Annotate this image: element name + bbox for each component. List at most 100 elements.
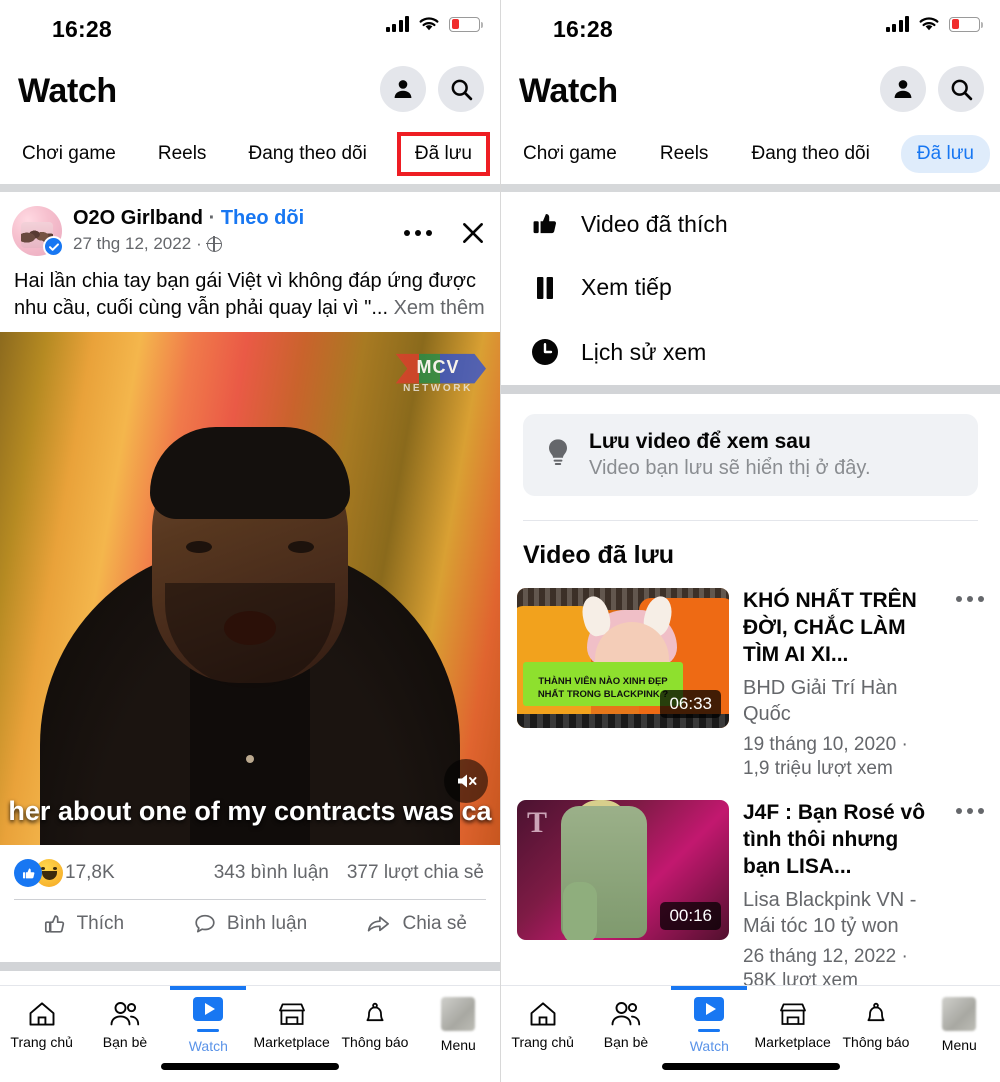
- post-header: O2O Girlband · Theo dõi 27 thg 12, 2022 …: [0, 192, 500, 257]
- like-button[interactable]: Thích: [0, 912, 167, 936]
- menu-item-video-da-thich[interactable]: Video đã thích: [501, 192, 1000, 256]
- bottom-navigation-left: Trang chủ Bạn bè Watch Marketplace Thông…: [0, 985, 500, 1082]
- post-page-name[interactable]: O2O Girlband: [73, 207, 203, 229]
- store-icon: [779, 1003, 806, 1025]
- share-button[interactable]: Chia sẻ: [333, 912, 500, 936]
- watch-underline: [197, 1028, 220, 1032]
- person-icon: [394, 80, 412, 98]
- header-divider-right: [501, 184, 1000, 192]
- close-x-icon[interactable]: [460, 220, 486, 246]
- nav-item-menu[interactable]: Menu: [417, 986, 500, 1058]
- comment-button[interactable]: Bình luận: [167, 912, 334, 936]
- nav-item-trang-chu[interactable]: Trang chủ: [501, 986, 584, 1058]
- three-dots-icon[interactable]: [404, 230, 432, 236]
- video-thumbnail[interactable]: T 00:16: [517, 800, 729, 940]
- follow-link[interactable]: Theo dõi: [221, 207, 304, 229]
- reaction-count: 17,8K: [65, 862, 115, 884]
- page-title: Watch: [18, 71, 117, 110]
- header-actions: [380, 66, 484, 112]
- tab-choi-game[interactable]: Chơi game: [10, 136, 128, 172]
- thumb-logo: T: [527, 806, 548, 839]
- video-subject-mouth: [224, 611, 276, 646]
- share-label: Chia sẻ: [402, 913, 467, 935]
- person-icon: [894, 80, 912, 98]
- profile-button[interactable]: [880, 66, 926, 112]
- thumb-caption-text: THÀNH VIÊN NÀO XINH ĐẸP NHẤT TRONG BLACK…: [537, 676, 669, 701]
- post-body: Hai lần chia tay bạn gái Việt vì không đ…: [0, 256, 500, 332]
- video-subject-head: [150, 427, 350, 689]
- video-title[interactable]: KHÓ NHẤT TRÊN ĐỜI, CHẮC LÀM TÌM AI XI...: [743, 588, 938, 669]
- avatar[interactable]: [12, 206, 64, 257]
- tab-dang-theo-doi[interactable]: Đang theo dõi: [237, 136, 379, 172]
- three-dots-icon[interactable]: [956, 808, 984, 814]
- header-actions-right: [880, 66, 984, 112]
- see-more-link[interactable]: Xem thêm: [394, 297, 485, 319]
- reaction-icons[interactable]: 17,8K: [14, 859, 115, 888]
- signal-bars-icon: [885, 16, 909, 32]
- bell-icon: [867, 1002, 885, 1022]
- bottom-nav-row: Trang chủ Bạn bè Watch Marketplace Thông…: [501, 986, 1000, 1058]
- video-duration: 00:16: [660, 902, 721, 930]
- watch-play-icon: [193, 996, 224, 1021]
- menu-label-lich-su-xem: Lịch sử xem: [581, 338, 707, 365]
- video-channel[interactable]: BHD Giải Trí Hàn Quốc: [743, 675, 938, 727]
- save-video-tip-card: Lưu video để xem sau Video bạn lưu sẽ hi…: [523, 414, 978, 496]
- menu-item-lich-su-xem[interactable]: Lịch sử xem: [501, 319, 1000, 385]
- nav-item-thong-bao[interactable]: Thông báo: [333, 986, 416, 1058]
- menu-separator-band: [501, 385, 1000, 394]
- video-thumbnail[interactable]: THÀNH VIÊN NÀO XINH ĐẸP NHẤT TRONG BLACK…: [517, 588, 729, 728]
- thumbs-up-icon: [44, 915, 64, 934]
- share-count[interactable]: 377 lượt chia sẻ: [347, 862, 484, 884]
- tab-reels[interactable]: Reels: [648, 136, 721, 172]
- nav-label-menu: Menu: [941, 1037, 977, 1053]
- tab-choi-game[interactable]: Chơi game: [511, 136, 629, 172]
- list-item[interactable]: THÀNH VIÊN NÀO XINH ĐẸP NHẤT TRONG BLACK…: [501, 582, 1000, 794]
- search-icon: [951, 79, 972, 100]
- nav-item-thong-bao[interactable]: Thông báo: [834, 986, 917, 1058]
- nav-item-trang-chu[interactable]: Trang chủ: [0, 986, 83, 1058]
- tab-da-luu-highlighted[interactable]: Đã lưu: [396, 132, 490, 176]
- nav-item-marketplace[interactable]: Marketplace: [751, 986, 834, 1058]
- profile-button[interactable]: [380, 66, 426, 112]
- bell-icon: [366, 1002, 384, 1022]
- nav-item-ban-be[interactable]: Bạn bè: [584, 986, 667, 1058]
- friends-icon: [110, 1002, 140, 1026]
- list-item[interactable]: T 00:16 J4F : Bạn Rosé vô tình thôi nhưn…: [501, 794, 1000, 1006]
- tab-da-luu-selected[interactable]: Đã lưu: [900, 135, 990, 173]
- tip-card-text: Lưu video để xem sau Video bạn lưu sẽ hi…: [589, 430, 871, 480]
- tab-dang-theo-doi[interactable]: Đang theo dõi: [740, 136, 882, 172]
- nav-item-watch[interactable]: Watch: [668, 986, 751, 1058]
- menu-item-xem-tiep[interactable]: Xem tiếp: [501, 256, 1000, 319]
- menu-label-xem-tiep: Xem tiếp: [581, 274, 672, 300]
- home-icon: [29, 1002, 55, 1026]
- home-indicator: [662, 1063, 840, 1070]
- nav-item-marketplace[interactable]: Marketplace: [250, 986, 333, 1058]
- nav-item-ban-be[interactable]: Bạn bè: [83, 986, 166, 1058]
- nav-label-marketplace: Marketplace: [253, 1034, 330, 1050]
- clock-icon: [527, 337, 563, 367]
- post-author-line: O2O Girlband · Theo dõi: [73, 207, 304, 230]
- video-player[interactable]: MCV NETWORK her about one of my contract…: [0, 332, 500, 846]
- search-button[interactable]: [438, 66, 484, 112]
- post-separator: ·: [208, 207, 216, 229]
- nav-item-watch[interactable]: Watch: [167, 986, 250, 1058]
- bottom-nav-row: Trang chủ Bạn bè Watch Marketplace Thông…: [0, 986, 500, 1058]
- video-subject-button: [246, 755, 254, 764]
- video-info: J4F : Bạn Rosé vô tình thôi nhưng bạn LI…: [743, 800, 984, 994]
- video-channel[interactable]: Lisa Blackpink VN - Mái tóc 10 tỷ won: [743, 887, 938, 939]
- search-button[interactable]: [938, 66, 984, 112]
- nav-label-watch: Watch: [689, 1037, 729, 1054]
- three-dots-icon[interactable]: [956, 596, 984, 602]
- nav-item-menu[interactable]: Menu: [918, 986, 1000, 1058]
- video-duration: 06:33: [660, 690, 721, 718]
- comment-count[interactable]: 343 bình luận: [214, 862, 329, 884]
- battery-low-icon: [949, 16, 983, 32]
- video-title[interactable]: J4F : Bạn Rosé vô tình thôi nhưng bạn LI…: [743, 800, 938, 881]
- tab-reels[interactable]: Reels: [146, 136, 219, 172]
- bottom-navigation-right: Trang chủ Bạn bè Watch Marketplace Thông…: [501, 985, 1000, 1082]
- video-subject-hair: [150, 427, 350, 520]
- friends-icon: [611, 1002, 641, 1026]
- post-timestamp-line: 27 thg 12, 2022 ·: [73, 234, 304, 254]
- avatar-thumbnail-icon: [441, 997, 476, 1031]
- app-header-right: Watch: [501, 58, 1000, 124]
